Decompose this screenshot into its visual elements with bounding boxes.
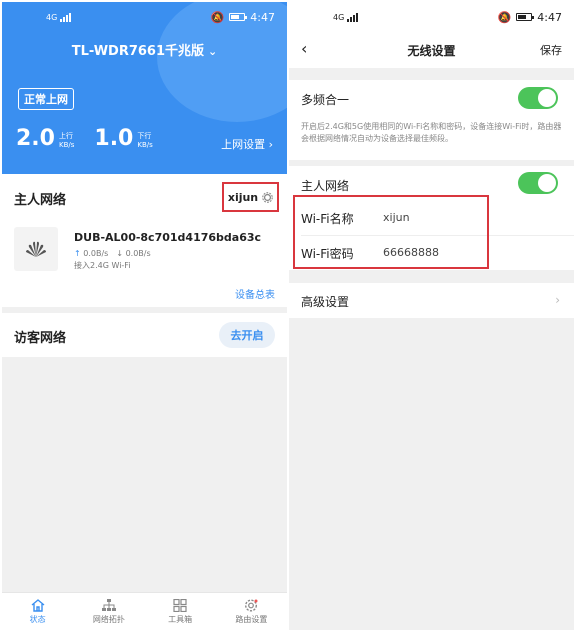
enable-guest-button[interactable]: 去开启 — [219, 322, 275, 348]
right-phone-screen: 4G 🔕 4:47 ‹ 无线设置 保存 多频合一 开启后2.4G和5G使用相同的… — [289, 2, 574, 630]
tab-topology[interactable]: 网络拓扑 — [73, 593, 144, 630]
chevron-right-icon: › — [555, 293, 560, 307]
settings-icon — [245, 598, 258, 612]
download-unit: KB/s — [137, 140, 153, 149]
network-type: 4G — [46, 12, 58, 22]
page-title: 无线设置 — [407, 43, 456, 58]
internet-settings-label: 上网设置 — [221, 138, 266, 151]
tab-status-label: 状态 — [29, 614, 46, 624]
topology-icon — [101, 598, 116, 611]
tab-router-settings-label: 路由设置 — [235, 614, 268, 624]
wifi-highlight-annotation — [293, 195, 489, 269]
status-right: 🔕 4:47 — [211, 11, 275, 24]
back-arrow-icon[interactable]: ‹ — [301, 39, 307, 58]
device-summary-link[interactable]: 设备总表 — [235, 286, 275, 301]
arrow-down-icon: ↓ — [116, 249, 124, 258]
device-rates: ↑ 0.0B/s ↓ 0.0B/s — [74, 249, 151, 258]
network-type: 4G — [333, 12, 345, 22]
download-label: 下行 — [137, 131, 152, 140]
upload-unit: KB/s — [58, 140, 75, 149]
chevron-down-icon: ⌄ — [208, 45, 218, 58]
bottom-tab-bar: 状态 网络拓扑 工具箱 路由设置 — [2, 592, 287, 630]
mute-icon: 🔕 — [497, 10, 512, 24]
multiband-row: 多频合一 — [289, 80, 574, 160]
multiband-label: 多频合一 — [301, 93, 350, 107]
router-name: TL-WDR7661千兆版 — [71, 44, 205, 59]
battery-icon — [516, 13, 535, 21]
internet-settings-link[interactable]: 上网设置 › — [221, 136, 273, 152]
router-header: 4G 🔕 4:47 TL-WDR7661千兆版 ⌄ 正常上网 2.0 上行 KB/s — [2, 2, 287, 174]
router-selector[interactable]: TL-WDR7661千兆版 ⌄ — [2, 40, 287, 59]
device-down-rate: 0.0B/s — [125, 249, 151, 258]
multiband-note: 开启后2.4G和5G使用相同的Wi-Fi名称和密码，设备连接Wi-Fi时，路由器… — [301, 122, 562, 143]
guest-network-card: 访客网络 去开启 — [2, 313, 287, 357]
signal-bars-icon — [347, 12, 359, 22]
advanced-settings-label: 高级设置 — [301, 295, 350, 309]
online-status-badge: 正常上网 — [18, 88, 74, 110]
guest-network-title: 访客网络 — [14, 331, 67, 346]
gear-icon — [262, 191, 273, 203]
advanced-settings-row[interactable]: 高级设置 › — [289, 283, 574, 318]
screenshot-stage: 4G 🔕 4:47 TL-WDR7661千兆版 ⌄ 正常上网 2.0 上行 KB/s — [0, 0, 574, 632]
device-up-rate: 0.0B/s — [83, 249, 109, 258]
signal-indicator: 4G — [46, 12, 72, 22]
left-phone-screen: 4G 🔕 4:47 TL-WDR7661千兆版 ⌄ 正常上网 2.0 上行 KB/s — [2, 2, 287, 630]
tab-toolbox-label: 工具箱 — [168, 614, 193, 624]
tab-router-settings[interactable]: 路由设置 — [216, 593, 287, 630]
upload-speed: 2.0 上行 KB/s — [16, 128, 74, 150]
signal-bars-icon — [60, 12, 72, 22]
upload-label: 上行 — [58, 131, 73, 140]
nav-bar: ‹ 无线设置 保存 — [289, 32, 574, 68]
status-bar: 4G 🔕 4:47 — [289, 2, 574, 32]
toolbox-icon — [173, 598, 187, 612]
battery-icon — [229, 13, 248, 21]
speed-readout: 2.0 上行 KB/s 1.0 下行 KB/s — [16, 128, 173, 150]
upload-value: 2.0 — [16, 126, 55, 151]
home-icon — [31, 598, 45, 612]
host-network-card: 主人网络 xijun DUB-AL00-8c701d4176bda63c ↑ 0… — [2, 174, 287, 307]
tab-topology-label: 网络拓扑 — [92, 614, 125, 624]
host-ssid: xijun — [227, 190, 259, 204]
download-speed: 1.0 下行 KB/s — [94, 128, 152, 150]
huawei-logo-icon — [14, 227, 58, 271]
host-network-label: 主人网络 — [301, 179, 350, 193]
device-band: 接入2.4G Wi-Fi — [74, 261, 131, 270]
chevron-right-icon: › — [268, 138, 273, 151]
tab-toolbox[interactable]: 工具箱 — [145, 593, 216, 630]
status-bar: 4G 🔕 4:47 — [2, 2, 287, 32]
arrow-up-icon: ↑ — [74, 249, 81, 258]
host-ssid-settings[interactable]: xijun — [222, 182, 279, 212]
mute-icon: 🔕 — [210, 10, 225, 24]
host-network-title: 主人网络 — [14, 193, 67, 208]
multiband-toggle[interactable] — [518, 87, 558, 109]
save-button[interactable]: 保存 — [540, 42, 562, 58]
clock: 4:47 — [250, 10, 275, 24]
signal-indicator: 4G — [333, 12, 359, 22]
status-right: 🔕 4:47 — [498, 11, 562, 24]
clock: 4:47 — [537, 10, 562, 24]
download-value: 1.0 — [94, 126, 134, 151]
host-network-toggle[interactable] — [518, 172, 558, 194]
tab-status[interactable]: 状态 — [2, 593, 73, 630]
device-name[interactable]: DUB-AL00-8c701d4176bda63c — [74, 231, 261, 244]
